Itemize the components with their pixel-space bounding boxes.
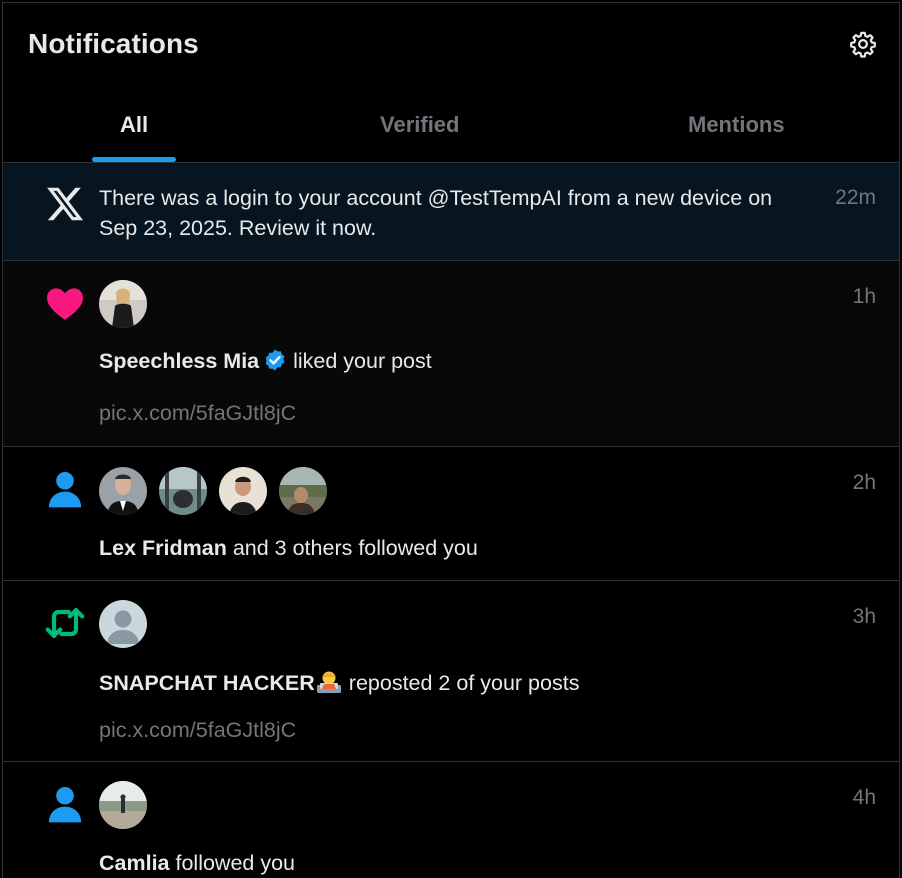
action-text: and 3 others followed you <box>226 536 478 560</box>
page-title: Notifications <box>28 28 199 59</box>
notification-time: 3h <box>852 605 876 628</box>
avatar[interactable] <box>99 781 147 829</box>
action-text: liked your post <box>287 349 432 373</box>
user-name[interactable]: SNAPCHAT HACKER <box>99 671 315 695</box>
tab-bar: All Verified Mentions <box>3 85 899 163</box>
gear-icon[interactable] <box>849 30 877 58</box>
tab-mentions[interactable]: Mentions <box>575 85 899 163</box>
avatar[interactable] <box>99 467 147 515</box>
verified-badge-icon <box>265 349 285 371</box>
x-logo-icon <box>47 187 84 221</box>
heart-icon <box>47 288 83 320</box>
user-name[interactable]: Lex Fridman <box>99 536 227 560</box>
active-tab-indicator <box>92 157 176 162</box>
avatar[interactable] <box>159 467 207 515</box>
post-link[interactable]: pic.x.com/5faGJtl8jC <box>99 401 296 426</box>
notification-time: 2h <box>852 471 876 494</box>
notification-text: Speechless Mia liked your post <box>99 348 432 374</box>
post-link[interactable]: pic.x.com/5faGJtl8jC <box>99 718 296 743</box>
notification-follow[interactable]: Camlia followed you 4h <box>3 762 899 878</box>
avatar[interactable] <box>99 600 147 648</box>
action-text: reposted 2 of your posts <box>342 671 580 695</box>
avatar[interactable] <box>99 280 147 328</box>
notification-like[interactable]: Speechless Mia liked your post pic.x.com… <box>3 261 899 447</box>
notification-time: 1h <box>852 285 876 308</box>
notification-text: SNAPCHAT HACKER reposted 2 of your posts <box>99 668 579 696</box>
notification-time: 22m <box>835 186 876 209</box>
technologist-emoji-icon <box>316 671 341 693</box>
avatar[interactable] <box>219 467 267 515</box>
notification-follow-group[interactable]: Lex Fridman and 3 others followed you 2h <box>3 447 899 581</box>
header: Notifications <box>3 3 899 85</box>
notification-time: 4h <box>852 786 876 809</box>
notifications-panel: Notifications All Verified Mentions Ther… <box>2 2 900 878</box>
notification-text: Camlia followed you <box>99 851 295 876</box>
tab-all-label: All <box>120 112 149 137</box>
action-text: followed you <box>169 851 296 875</box>
tab-verified[interactable]: Verified <box>265 85 575 163</box>
repost-icon <box>45 608 85 638</box>
tab-all[interactable]: All <box>3 85 265 163</box>
person-icon <box>48 786 82 823</box>
notification-repost[interactable]: SNAPCHAT HACKER reposted 2 of your posts… <box>3 581 899 762</box>
notification-text: There was a login to your account @TestT… <box>99 186 773 240</box>
tab-verified-label: Verified <box>380 112 460 137</box>
notification-login-alert[interactable]: There was a login to your account @TestT… <box>3 163 899 261</box>
notification-text: Lex Fridman and 3 others followed you <box>99 536 478 561</box>
avatar[interactable] <box>279 467 327 515</box>
user-name[interactable]: Speechless Mia <box>99 349 259 373</box>
user-name[interactable]: Camlia <box>99 851 170 875</box>
tab-mentions-label: Mentions <box>688 112 785 137</box>
person-icon <box>48 471 82 508</box>
